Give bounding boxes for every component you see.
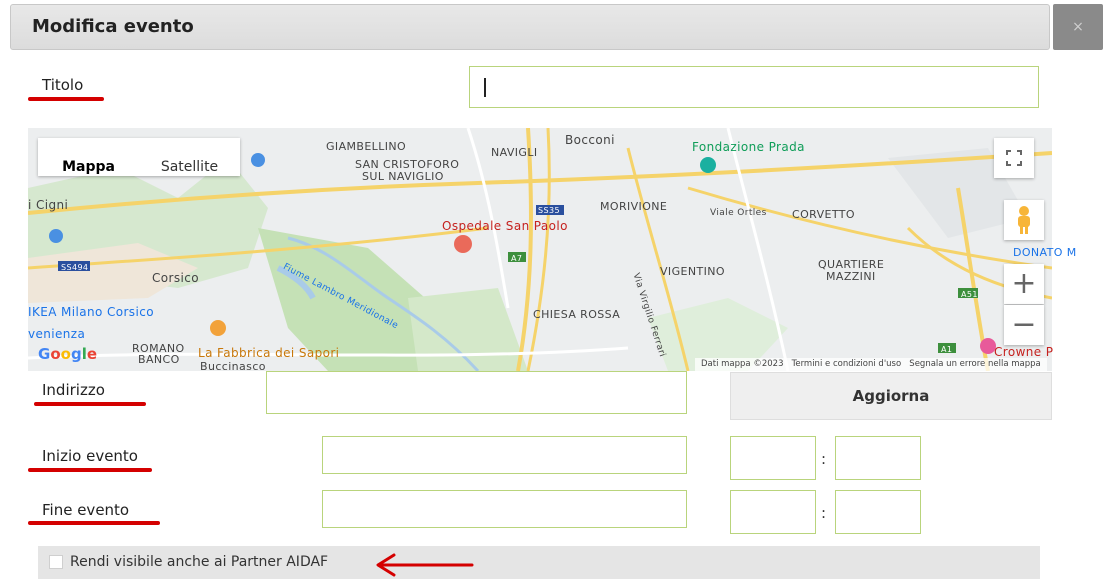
indirizzo-label: Indirizzo [42,381,105,399]
shop-pin [49,229,63,243]
road-label: A7 [511,254,523,263]
map-label: CHIESA ROSSA [533,308,621,321]
fine-evento-date-input[interactable] [322,490,687,528]
map-data-credit: Dati mappa ©2023 [701,359,784,369]
map-label: NAVIGLI [491,146,538,159]
map-type-control: Mappa Satellite [38,138,240,176]
inizio-evento-underline [28,468,152,472]
map-label: IKEA Milano Corsico [28,305,154,319]
indirizzo-underline [34,402,146,406]
street-view-button[interactable] [1004,200,1044,240]
map-label: Buccinasco [200,360,266,373]
road-label: SS494 [61,263,89,272]
dialog-title: Modifica evento [32,16,194,37]
map-label: Crowne P [994,345,1054,359]
map-label: Bocconi [565,133,615,147]
map-label: VIGENTINO [660,265,725,278]
map-label: SUL NAVIGLIO [362,170,444,183]
inizio-evento-minute-input[interactable] [835,436,921,480]
map-label: MAZZINI [826,270,876,283]
fullscreen-button[interactable] [994,138,1034,178]
map-label: Viale Ortles [710,208,767,218]
text-caret [484,78,486,97]
map-label: i Cigni [28,198,69,212]
partner-visibility-checkbox[interactable] [49,555,63,569]
prada-pin [700,157,716,173]
map-label: GIAMBELLINO [326,140,407,153]
indirizzo-input[interactable] [266,371,687,414]
partner-visibility-label[interactable]: Rendi visibile anche ai Partner AIDAF [70,554,328,570]
fullscreen-icon [1006,150,1022,166]
fine-evento-label: Fine evento [42,501,130,519]
tab-mappa[interactable]: Mappa [38,138,139,176]
zoom-in-button[interactable]: + [1004,264,1044,304]
map-label: DONATO M [1013,246,1077,259]
shop-pin [251,153,265,167]
zoom-out-button[interactable]: − [1004,305,1044,345]
time-separator: : [821,504,827,522]
titolo-label: Titolo [42,76,84,94]
titolo-input[interactable] [469,66,1039,108]
titolo-underline [28,97,104,101]
red-arrow-annotation [376,553,474,577]
pegman-icon [1018,206,1030,234]
map-label: venienza [28,327,86,341]
inizio-evento-hour-input[interactable] [730,436,816,480]
google-logo: Google [38,345,98,363]
map-label: BANCO [138,353,180,366]
road-label: A51 [961,290,978,299]
map-label: Fondazione Prada [692,140,805,154]
map-label: MORIVIONE [600,200,668,213]
aggiorna-button[interactable]: Aggiorna [730,372,1052,420]
map-label: CORVETTO [792,208,855,221]
hospital-pin [454,235,472,253]
tab-satellite[interactable]: Satellite [139,138,240,176]
road-label: SS35 [538,206,560,215]
map-attribution: Dati mappa ©2023 Termini e condizioni d'… [695,358,1047,371]
inizio-evento-date-input[interactable] [322,436,687,474]
map-terms-link[interactable]: Termini e condizioni d'uso [792,359,902,369]
restaurant-pin [210,320,226,336]
inizio-evento-label: Inizio evento [42,447,138,465]
map-report-link[interactable]: Segnala un errore nella mappa [909,359,1040,369]
close-button[interactable]: × [1053,4,1103,50]
map-label: La Fabbrica dei Sapori [198,346,340,360]
fine-evento-minute-input[interactable] [835,490,921,534]
fine-evento-underline [28,521,160,525]
road-label: A1 [941,345,953,354]
map-label: Corsico [152,271,199,285]
time-separator: : [821,450,827,468]
map-label: Ospedale San Paolo [442,219,568,233]
fine-evento-hour-input[interactable] [730,490,816,534]
